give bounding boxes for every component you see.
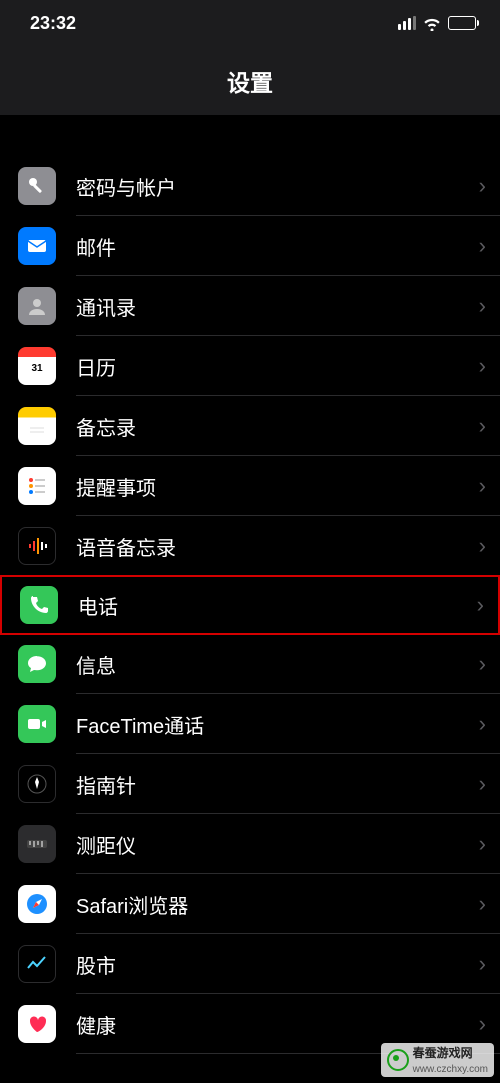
row-safari[interactable]: Safari浏览器 › (0, 874, 500, 934)
contacts-icon (18, 287, 56, 325)
row-measure[interactable]: 测距仪 › (0, 814, 500, 874)
facetime-icon (18, 705, 56, 743)
row-messages[interactable]: 信息 › (0, 634, 500, 694)
chevron-right-icon: › (479, 891, 486, 917)
row-phone[interactable]: 电话 › (0, 575, 500, 635)
wifi-icon (422, 15, 442, 31)
page-title: 设置 (0, 46, 500, 116)
stocks-icon (18, 945, 56, 983)
svg-text:31: 31 (31, 363, 43, 374)
row-label: 股市 (56, 950, 479, 979)
chevron-right-icon: › (479, 711, 486, 737)
row-label: 通讯录 (56, 292, 479, 321)
row-label: 密码与帐户 (56, 172, 479, 201)
row-label: 日历 (56, 352, 479, 381)
row-facetime[interactable]: FaceTime通话 › (0, 694, 500, 754)
row-label: FaceTime通话 (56, 710, 479, 739)
row-label: 邮件 (56, 232, 479, 261)
row-label: 测距仪 (56, 830, 479, 859)
measure-icon (18, 825, 56, 863)
status-bar: 23:32 (0, 0, 500, 46)
row-label: 电话 (58, 591, 477, 620)
row-contacts[interactable]: 通讯录 › (0, 276, 500, 336)
section-gap (0, 116, 500, 156)
messages-icon (18, 645, 56, 683)
chevron-right-icon: › (479, 353, 486, 379)
row-calendar[interactable]: 31 日历 › (0, 336, 500, 396)
reminders-icon (18, 467, 56, 505)
row-reminders[interactable]: 提醒事项 › (0, 456, 500, 516)
notes-icon (18, 407, 56, 445)
phone-icon (20, 586, 58, 624)
mail-icon (18, 227, 56, 265)
chevron-right-icon: › (479, 533, 486, 559)
chevron-right-icon: › (477, 592, 484, 618)
row-label: 信息 (56, 650, 479, 679)
row-label: 指南针 (56, 770, 479, 799)
row-mail[interactable]: 邮件 › (0, 216, 500, 276)
chevron-right-icon: › (479, 951, 486, 977)
row-label: Safari浏览器 (56, 890, 479, 919)
chevron-right-icon: › (479, 1011, 486, 1037)
chevron-right-icon: › (479, 651, 486, 677)
row-voice-memos[interactable]: 语音备忘录 › (0, 516, 500, 576)
watermark-logo-icon (387, 1049, 409, 1071)
battery-icon (448, 16, 476, 30)
safari-icon (18, 885, 56, 923)
chevron-right-icon: › (479, 173, 486, 199)
chevron-right-icon: › (479, 293, 486, 319)
chevron-right-icon: › (479, 771, 486, 797)
cellular-signal-icon (398, 16, 416, 30)
watermark-name: 春蚕游戏网 (413, 1047, 473, 1060)
settings-list: 密码与帐户 › 邮件 › 通讯录 › 31 日历 › 备忘录 › (0, 116, 500, 1054)
key-icon (18, 167, 56, 205)
status-icons (398, 15, 476, 31)
voice-memos-icon (18, 527, 56, 565)
row-label: 健康 (56, 1010, 479, 1039)
calendar-icon: 31 (18, 347, 56, 385)
row-label: 备忘录 (56, 412, 479, 441)
chevron-right-icon: › (479, 413, 486, 439)
compass-icon (18, 765, 56, 803)
watermark-url: www.czchxy.com (413, 1064, 488, 1075)
status-time: 23:32 (30, 13, 76, 34)
row-label: 语音备忘录 (56, 532, 479, 561)
row-compass[interactable]: 指南针 › (0, 754, 500, 814)
health-icon (18, 1005, 56, 1043)
chevron-right-icon: › (479, 473, 486, 499)
row-notes[interactable]: 备忘录 › (0, 396, 500, 456)
watermark: 春蚕游戏网 www.czchxy.com (381, 1043, 494, 1077)
chevron-right-icon: › (479, 831, 486, 857)
row-stocks[interactable]: 股市 › (0, 934, 500, 994)
row-label: 提醒事项 (56, 472, 479, 501)
chevron-right-icon: › (479, 233, 486, 259)
row-passwords[interactable]: 密码与帐户 › (0, 156, 500, 216)
